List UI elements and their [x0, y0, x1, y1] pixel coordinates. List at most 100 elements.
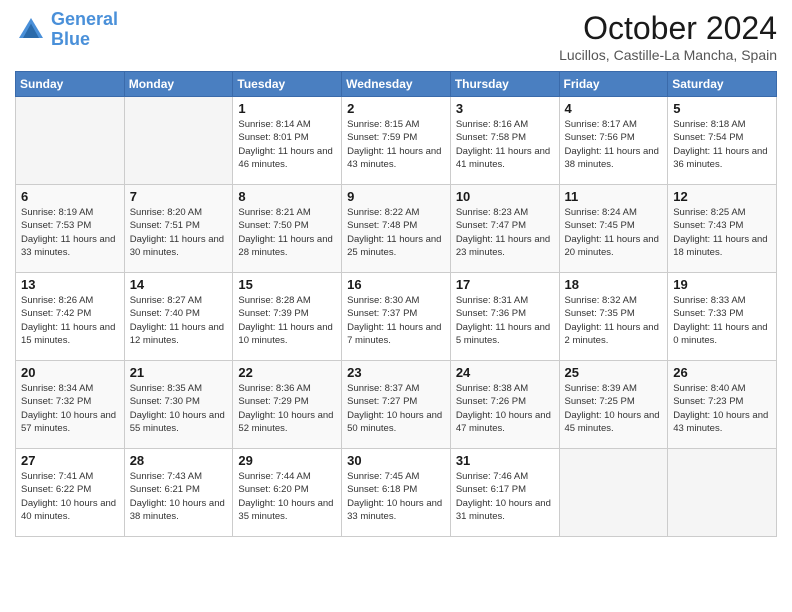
calendar-cell: 3 Sunrise: 8:16 AMSunset: 7:58 PMDaylight…: [450, 97, 559, 185]
day-number: 18: [565, 277, 663, 292]
calendar-cell: 5 Sunrise: 8:18 AMSunset: 7:54 PMDaylight…: [668, 97, 777, 185]
day-info: Sunrise: 7:46 AMSunset: 6:17 PMDaylight:…: [456, 470, 554, 523]
calendar-header-row: SundayMondayTuesdayWednesdayThursdayFrid…: [16, 72, 777, 97]
day-info: Sunrise: 8:16 AMSunset: 7:58 PMDaylight:…: [456, 118, 554, 171]
day-number: 26: [673, 365, 771, 380]
calendar-cell: [668, 449, 777, 537]
day-info: Sunrise: 7:41 AMSunset: 6:22 PMDaylight:…: [21, 470, 119, 523]
day-number: 24: [456, 365, 554, 380]
calendar-cell: 31 Sunrise: 7:46 AMSunset: 6:17 PMDayligh…: [450, 449, 559, 537]
day-info: Sunrise: 8:37 AMSunset: 7:27 PMDaylight:…: [347, 382, 445, 435]
col-header-sunday: Sunday: [16, 72, 125, 97]
day-number: 31: [456, 453, 554, 468]
day-info: Sunrise: 7:44 AMSunset: 6:20 PMDaylight:…: [238, 470, 336, 523]
day-number: 28: [130, 453, 228, 468]
calendar-cell: 29 Sunrise: 7:44 AMSunset: 6:20 PMDayligh…: [233, 449, 342, 537]
calendar-cell: 27 Sunrise: 7:41 AMSunset: 6:22 PMDayligh…: [16, 449, 125, 537]
day-info: Sunrise: 8:26 AMSunset: 7:42 PMDaylight:…: [21, 294, 119, 347]
calendar-table: SundayMondayTuesdayWednesdayThursdayFrid…: [15, 71, 777, 537]
calendar-cell: 7Sunrise: 8:20 AMSunset: 7:51 PMDaylight…: [124, 185, 233, 273]
calendar-cell: 16Sunrise: 8:30 AMSunset: 7:37 PMDayligh…: [342, 273, 451, 361]
day-info: Sunrise: 8:20 AMSunset: 7:51 PMDaylight:…: [130, 206, 228, 259]
calendar-cell: 14 Sunrise: 8:27 AMSunset: 7:40 PMDayligh…: [124, 273, 233, 361]
day-number: 17: [456, 277, 554, 292]
calendar-cell: 10Sunrise: 8:23 AMSunset: 7:47 PMDayligh…: [450, 185, 559, 273]
day-info: Sunrise: 8:35 AMSunset: 7:30 PMDaylight:…: [130, 382, 228, 435]
week-row-5: 27 Sunrise: 7:41 AMSunset: 6:22 PMDayligh…: [16, 449, 777, 537]
day-number: 23: [347, 365, 445, 380]
col-header-friday: Friday: [559, 72, 668, 97]
day-info: Sunrise: 8:14 AMSunset: 8:01 PMDaylight:…: [238, 118, 336, 171]
calendar-cell: 21 Sunrise: 8:35 AMSunset: 7:30 PMDayligh…: [124, 361, 233, 449]
month-title: October 2024: [559, 10, 777, 47]
col-header-wednesday: Wednesday: [342, 72, 451, 97]
day-info: Sunrise: 8:27 AMSunset: 7:40 PMDaylight:…: [130, 294, 228, 347]
calendar-cell: 23 Sunrise: 8:37 AMSunset: 7:27 PMDayligh…: [342, 361, 451, 449]
calendar-cell: 24 Sunrise: 8:38 AMSunset: 7:26 PMDayligh…: [450, 361, 559, 449]
calendar-cell: 15 Sunrise: 8:28 AMSunset: 7:39 PMDayligh…: [233, 273, 342, 361]
day-number: 5: [673, 101, 771, 116]
day-number: 3: [456, 101, 554, 116]
week-row-1: 1 Sunrise: 8:14 AMSunset: 8:01 PMDaylight…: [16, 97, 777, 185]
calendar-cell: 19 Sunrise: 8:33 AMSunset: 7:33 PMDayligh…: [668, 273, 777, 361]
week-row-2: 6Sunrise: 8:19 AMSunset: 7:53 PMDaylight…: [16, 185, 777, 273]
day-number: 21: [130, 365, 228, 380]
day-info: Sunrise: 8:38 AMSunset: 7:26 PMDaylight:…: [456, 382, 554, 435]
day-number: 27: [21, 453, 119, 468]
page: General Blue October 2024 Lucillos, Cast…: [0, 0, 792, 612]
day-info: Sunrise: 8:23 AMSunset: 7:47 PMDaylight:…: [456, 206, 554, 259]
calendar-cell: 13 Sunrise: 8:26 AMSunset: 7:42 PMDayligh…: [16, 273, 125, 361]
day-info: Sunrise: 8:39 AMSunset: 7:25 PMDaylight:…: [565, 382, 663, 435]
logo: General Blue: [15, 10, 118, 50]
col-header-saturday: Saturday: [668, 72, 777, 97]
day-number: 30: [347, 453, 445, 468]
day-info: Sunrise: 8:31 AMSunset: 7:36 PMDaylight:…: [456, 294, 554, 347]
day-number: 6: [21, 189, 119, 204]
day-info: Sunrise: 8:32 AMSunset: 7:35 PMDaylight:…: [565, 294, 663, 347]
calendar-cell: 20Sunrise: 8:34 AMSunset: 7:32 PMDayligh…: [16, 361, 125, 449]
day-info: Sunrise: 8:22 AMSunset: 7:48 PMDaylight:…: [347, 206, 445, 259]
calendar-cell: 18 Sunrise: 8:32 AMSunset: 7:35 PMDayligh…: [559, 273, 668, 361]
day-number: 1: [238, 101, 336, 116]
col-header-thursday: Thursday: [450, 72, 559, 97]
calendar-cell: [124, 97, 233, 185]
day-info: Sunrise: 7:43 AMSunset: 6:21 PMDaylight:…: [130, 470, 228, 523]
calendar-cell: 26Sunrise: 8:40 AMSunset: 7:23 PMDayligh…: [668, 361, 777, 449]
day-number: 12: [673, 189, 771, 204]
calendar-cell: 28 Sunrise: 7:43 AMSunset: 6:21 PMDayligh…: [124, 449, 233, 537]
day-number: 15: [238, 277, 336, 292]
day-number: 4: [565, 101, 663, 116]
day-info: Sunrise: 8:28 AMSunset: 7:39 PMDaylight:…: [238, 294, 336, 347]
calendar-cell: 25 Sunrise: 8:39 AMSunset: 7:25 PMDayligh…: [559, 361, 668, 449]
week-row-4: 20Sunrise: 8:34 AMSunset: 7:32 PMDayligh…: [16, 361, 777, 449]
calendar-cell: 22 Sunrise: 8:36 AMSunset: 7:29 PMDayligh…: [233, 361, 342, 449]
location: Lucillos, Castille-La Mancha, Spain: [559, 47, 777, 63]
day-number: 2: [347, 101, 445, 116]
day-info: Sunrise: 8:36 AMSunset: 7:29 PMDaylight:…: [238, 382, 336, 435]
day-info: Sunrise: 8:15 AMSunset: 7:59 PMDaylight:…: [347, 118, 445, 171]
calendar-cell: 12Sunrise: 8:25 AMSunset: 7:43 PMDayligh…: [668, 185, 777, 273]
day-number: 11: [565, 189, 663, 204]
day-number: 19: [673, 277, 771, 292]
day-info: Sunrise: 8:33 AMSunset: 7:33 PMDaylight:…: [673, 294, 771, 347]
day-info: Sunrise: 8:17 AMSunset: 7:56 PMDaylight:…: [565, 118, 663, 171]
title-block: October 2024 Lucillos, Castille-La Manch…: [559, 10, 777, 63]
logo-blue: Blue: [51, 29, 90, 49]
logo-text: General Blue: [51, 10, 118, 50]
day-info: Sunrise: 8:24 AMSunset: 7:45 PMDaylight:…: [565, 206, 663, 259]
day-number: 29: [238, 453, 336, 468]
calendar-cell: 1 Sunrise: 8:14 AMSunset: 8:01 PMDaylight…: [233, 97, 342, 185]
day-number: 14: [130, 277, 228, 292]
day-number: 13: [21, 277, 119, 292]
day-info: Sunrise: 8:18 AMSunset: 7:54 PMDaylight:…: [673, 118, 771, 171]
day-number: 22: [238, 365, 336, 380]
logo-icon: [15, 14, 47, 46]
calendar-cell: [559, 449, 668, 537]
calendar-cell: 4 Sunrise: 8:17 AMSunset: 7:56 PMDaylight…: [559, 97, 668, 185]
col-header-monday: Monday: [124, 72, 233, 97]
day-number: 25: [565, 365, 663, 380]
day-number: 8: [238, 189, 336, 204]
col-header-tuesday: Tuesday: [233, 72, 342, 97]
week-row-3: 13 Sunrise: 8:26 AMSunset: 7:42 PMDayligh…: [16, 273, 777, 361]
day-number: 20: [21, 365, 119, 380]
